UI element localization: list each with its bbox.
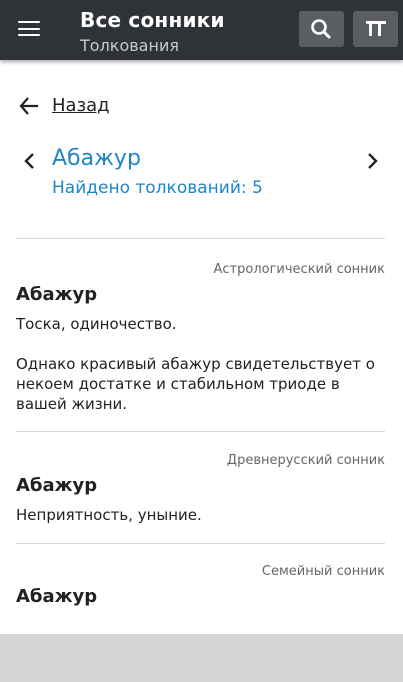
entry-text: Неприятность, уныние. <box>16 506 202 524</box>
divider <box>16 431 385 432</box>
hamburger-menu-icon <box>18 21 40 24</box>
text-size-button[interactable] <box>353 11 398 47</box>
divider <box>16 238 385 239</box>
chevron-right-icon[interactable] <box>362 151 382 171</box>
search-button[interactable] <box>299 11 344 47</box>
entry-word: Абажур <box>16 586 98 607</box>
arrow-left-icon <box>19 97 38 115</box>
divider <box>16 543 385 544</box>
entry-source: Древнерусский сонник <box>226 453 385 468</box>
entry-word: Абажур <box>16 284 98 305</box>
found-count: Найдено толкований: 5 <box>52 178 263 198</box>
entry-word: Абажур <box>16 475 98 496</box>
app-title: Все сонники <box>80 8 225 32</box>
chevron-left-icon[interactable] <box>20 151 40 171</box>
app-subtitle: Толкования <box>80 36 179 55</box>
back-label[interactable]: Назад <box>52 95 110 116</box>
entry-text: Тоска, одиночество. <box>16 315 177 333</box>
word-header: Абажур Найдено толкований: 5 <box>0 143 403 203</box>
entry-source: Астрологический сонник <box>213 262 385 277</box>
entry-text: Однако красивый абажур свидетельствует о… <box>16 355 375 413</box>
menu-button[interactable] <box>18 20 40 38</box>
bottom-bar <box>0 634 403 682</box>
search-icon <box>311 19 331 39</box>
word-title: Абажур <box>52 146 141 171</box>
entry-source: Семейный сонник <box>261 564 385 579</box>
app-bar: Все сонники Толкования <box>0 0 403 60</box>
text-size-icon <box>366 21 386 36</box>
